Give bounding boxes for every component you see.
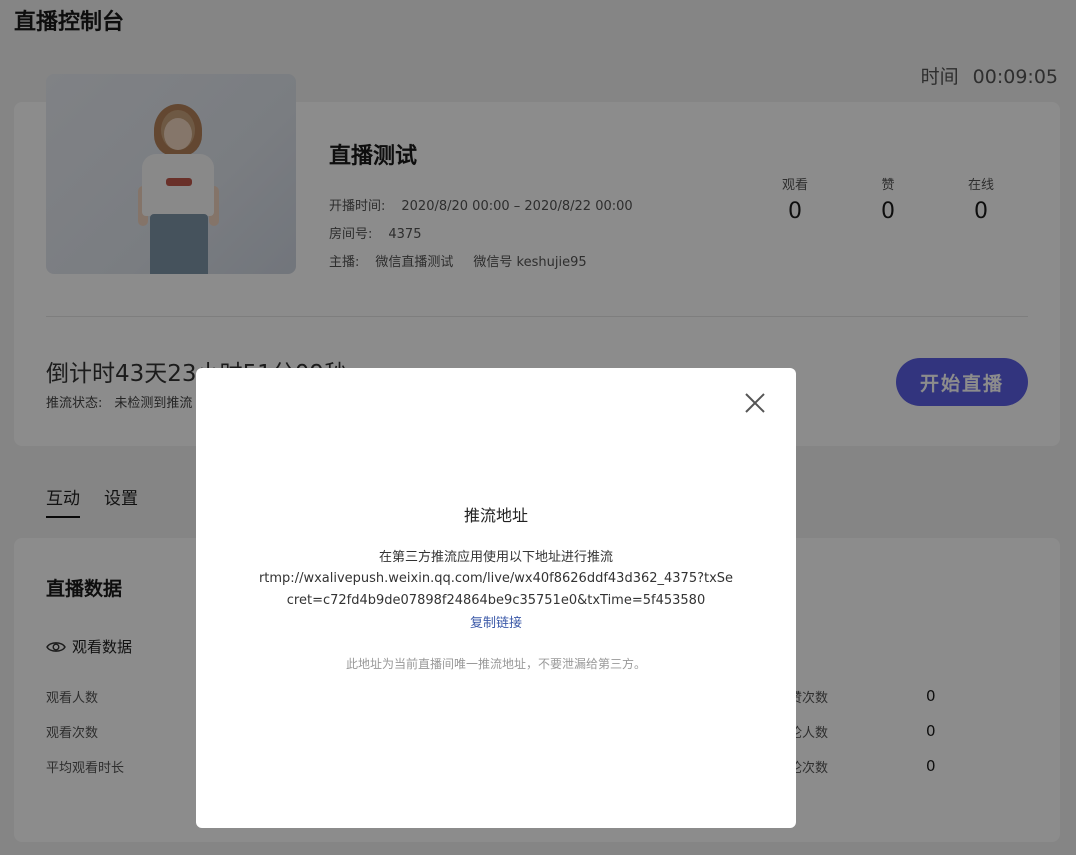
modal-description: 在第三方推流应用使用以下地址进行推流 bbox=[378, 550, 613, 565]
push-url-modal: 推流地址 在第三方推流应用使用以下地址进行推流 rtmp://wxalivepu… bbox=[196, 368, 796, 828]
modal-title: 推流地址 bbox=[463, 506, 528, 525]
copy-link-button[interactable]: 复制链接 bbox=[196, 612, 796, 631]
close-icon[interactable] bbox=[742, 390, 768, 416]
modal-tip: 此地址为当前直播间唯一推流地址，不要泄漏给第三方。 bbox=[345, 657, 646, 671]
push-url-text: rtmp://wxalivepush.weixin.qq.com/live/wx… bbox=[258, 571, 734, 608]
